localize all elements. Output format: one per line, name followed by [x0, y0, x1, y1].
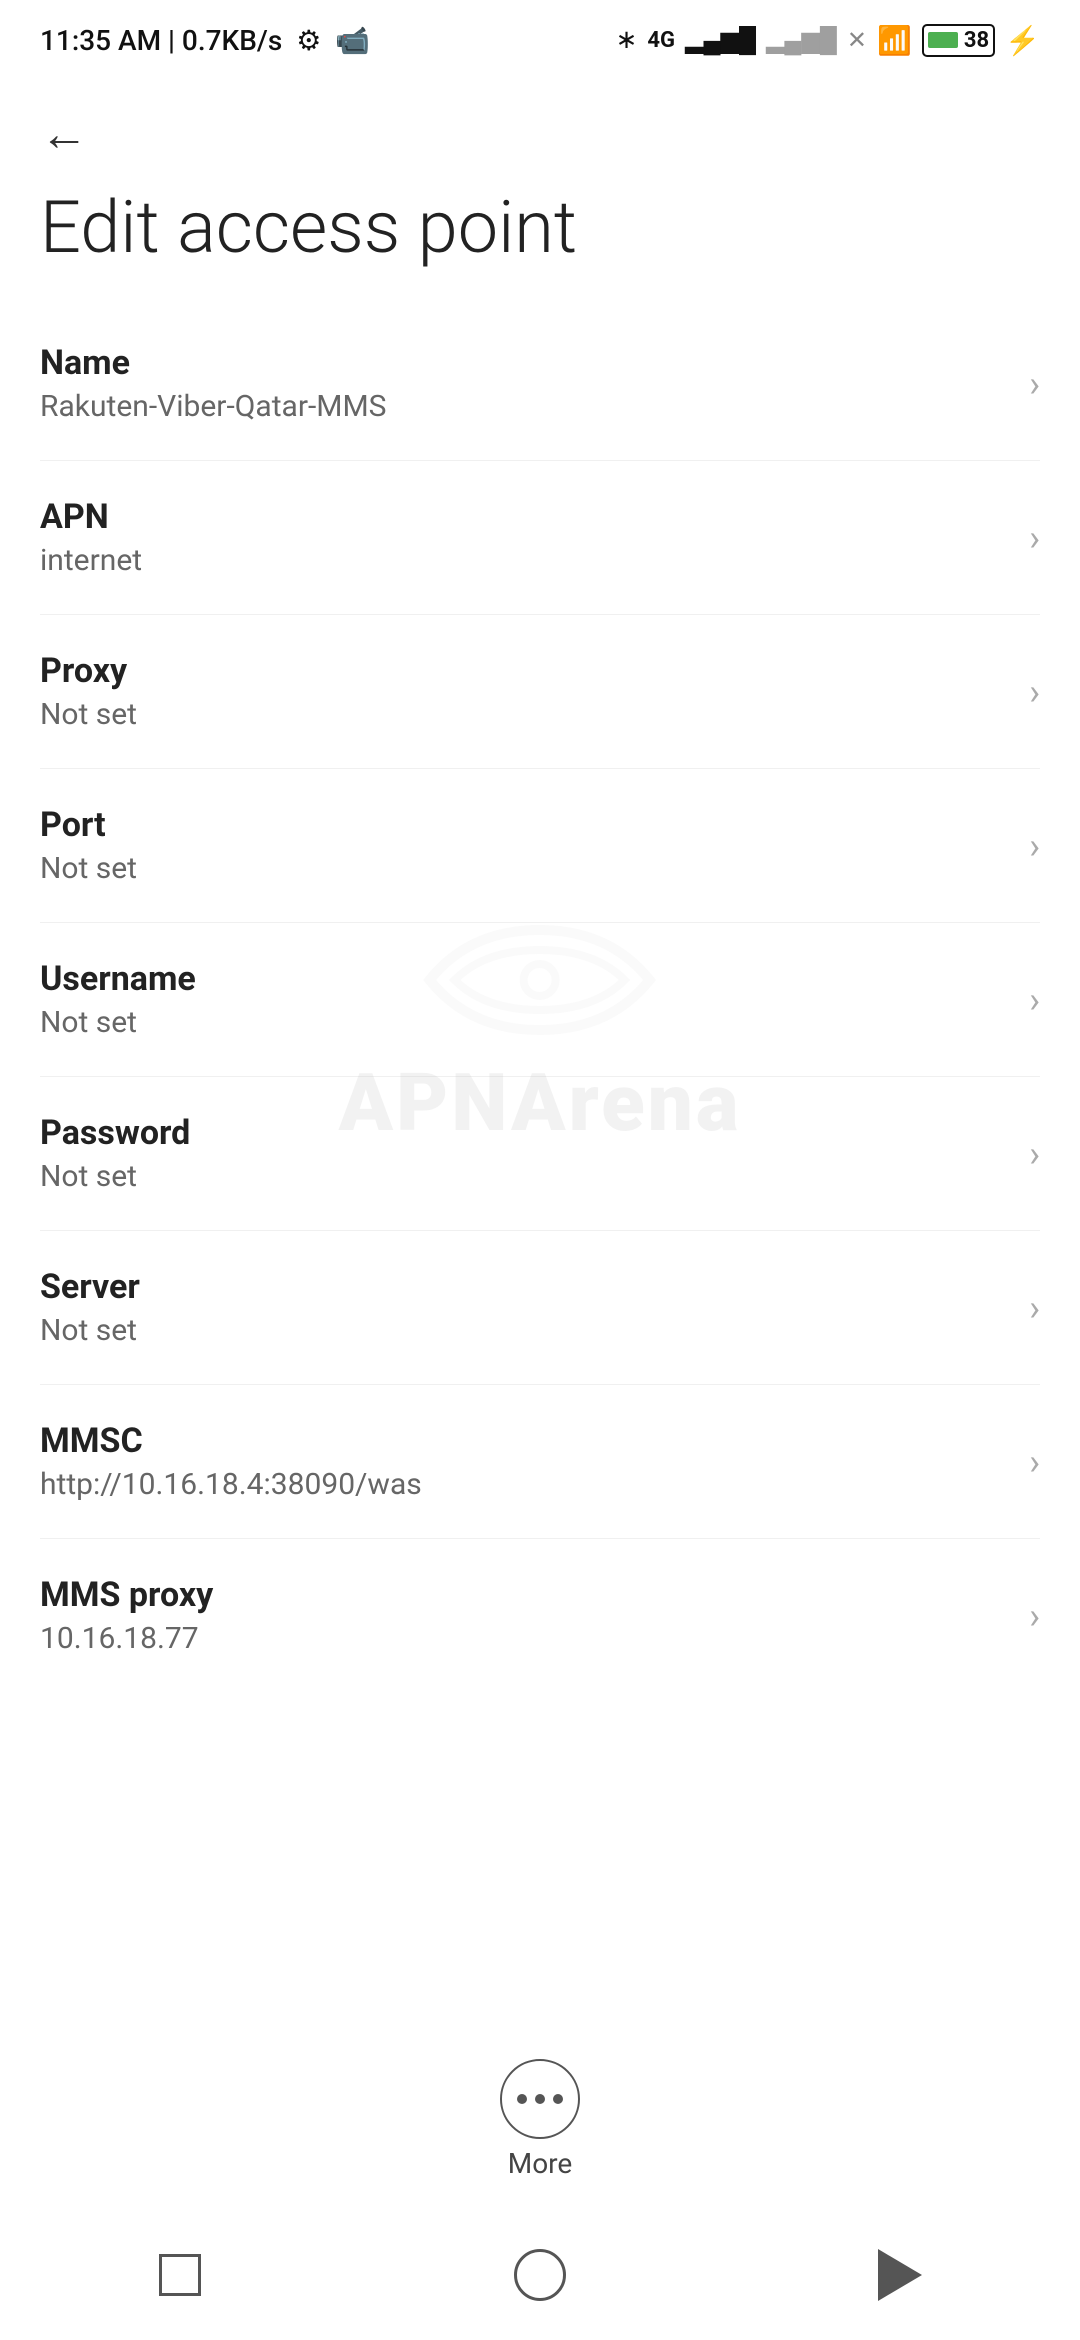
- page-title: Edit access point: [0, 168, 1080, 307]
- back-arrow-icon: ←: [40, 110, 88, 158]
- setting-item-port[interactable]: Port Not set ›: [40, 769, 1040, 923]
- setting-item-username[interactable]: Username Not set ›: [40, 923, 1040, 1077]
- setting-item-mms-proxy[interactable]: MMS proxy 10.16.18.77 ›: [40, 1539, 1040, 1692]
- navigation-bar: [0, 2210, 1080, 2340]
- setting-label-port: Port: [40, 805, 1009, 845]
- chevron-right-username-icon: ›: [1029, 979, 1040, 1021]
- setting-content-name: Name Rakuten-Viber-Qatar-MMS: [40, 343, 1009, 424]
- setting-content-apn: APN internet: [40, 497, 1009, 578]
- setting-label-name: Name: [40, 343, 1009, 383]
- video-icon: 📹: [335, 24, 370, 57]
- more-button[interactable]: [500, 2059, 580, 2139]
- nav-recents-button[interactable]: [140, 2235, 220, 2315]
- setting-value-username: Not set: [40, 1005, 1009, 1040]
- setting-item-proxy[interactable]: Proxy Not set ›: [40, 615, 1040, 769]
- chevron-right-port-icon: ›: [1029, 825, 1040, 867]
- setting-value-apn: internet: [40, 543, 1009, 578]
- setting-label-mms-proxy: MMS proxy: [40, 1575, 1009, 1615]
- setting-item-name[interactable]: Name Rakuten-Viber-Qatar-MMS ›: [40, 307, 1040, 461]
- signal-cross-icon: ✕: [847, 26, 867, 54]
- setting-label-server: Server: [40, 1267, 1009, 1307]
- setting-label-username: Username: [40, 959, 1009, 999]
- back-nav-icon: [878, 2249, 922, 2301]
- setting-item-mmsc[interactable]: MMSC http://10.16.18.4:38090/was ›: [40, 1385, 1040, 1539]
- setting-item-apn[interactable]: APN internet ›: [40, 461, 1040, 615]
- status-bar: 11:35 AM | 0.7KB/s ⚙ 📹 ∗ 4G ▂▄▆█ ▂▄▆█ ✕ …: [0, 0, 1080, 80]
- chevron-right-mms-proxy-icon: ›: [1029, 1595, 1040, 1637]
- setting-value-server: Not set: [40, 1313, 1009, 1348]
- setting-content-password: Password Not set: [40, 1113, 1009, 1194]
- nav-home-button[interactable]: [500, 2235, 580, 2315]
- status-left: 11:35 AM | 0.7KB/s ⚙ 📹: [40, 24, 370, 57]
- more-dots-icon: [517, 2094, 563, 2104]
- setting-content-port: Port Not set: [40, 805, 1009, 886]
- setting-content-mmsc: MMSC http://10.16.18.4:38090/was: [40, 1421, 1009, 1502]
- setting-value-proxy: Not set: [40, 697, 1009, 732]
- setting-label-password: Password: [40, 1113, 1009, 1153]
- chevron-right-proxy-icon: ›: [1029, 671, 1040, 713]
- setting-label-mmsc: MMSC: [40, 1421, 1009, 1461]
- setting-content-proxy: Proxy Not set: [40, 651, 1009, 732]
- bluetooth-icon: ∗: [616, 25, 638, 55]
- time-display: 11:35 AM | 0.7KB/s: [40, 24, 282, 57]
- home-icon: [514, 2249, 566, 2301]
- signal-bars-icon: ▂▄▆█: [685, 26, 756, 55]
- wifi-icon: 📶: [877, 24, 912, 57]
- setting-value-port: Not set: [40, 851, 1009, 886]
- back-button[interactable]: ←: [0, 80, 1080, 168]
- chevron-right-server-icon: ›: [1029, 1287, 1040, 1329]
- setting-label-apn: APN: [40, 497, 1009, 537]
- setting-item-server[interactable]: Server Not set ›: [40, 1231, 1040, 1385]
- chevron-right-name-icon: ›: [1029, 363, 1040, 405]
- chevron-right-apn-icon: ›: [1029, 517, 1040, 559]
- recents-icon: [159, 2254, 201, 2296]
- setting-value-mmsc: http://10.16.18.4:38090/was: [40, 1467, 1009, 1502]
- nav-back-button[interactable]: [860, 2235, 940, 2315]
- signal-4g-icon: 4G: [647, 28, 675, 53]
- setting-value-password: Not set: [40, 1159, 1009, 1194]
- battery-fill: [928, 32, 958, 48]
- setting-content-username: Username Not set: [40, 959, 1009, 1040]
- chevron-right-mmsc-icon: ›: [1029, 1441, 1040, 1483]
- status-right: ∗ 4G ▂▄▆█ ▂▄▆█ ✕ 📶 38 ⚡: [616, 24, 1040, 57]
- chevron-right-password-icon: ›: [1029, 1133, 1040, 1175]
- settings-list: Name Rakuten-Viber-Qatar-MMS › APN inter…: [0, 307, 1080, 1692]
- battery-level: 38: [964, 28, 989, 53]
- setting-content-server: Server Not set: [40, 1267, 1009, 1348]
- charging-icon: ⚡: [1005, 24, 1040, 57]
- setting-value-name: Rakuten-Viber-Qatar-MMS: [40, 389, 1009, 424]
- setting-content-mms-proxy: MMS proxy 10.16.18.77: [40, 1575, 1009, 1656]
- settings-icon: ⚙: [296, 24, 321, 57]
- more-button-area[interactable]: More: [0, 2059, 1080, 2180]
- battery-indicator: 38: [922, 24, 995, 57]
- more-label: More: [508, 2147, 573, 2180]
- signal-bars2-icon: ▂▄▆█: [766, 26, 837, 55]
- setting-item-password[interactable]: Password Not set ›: [40, 1077, 1040, 1231]
- setting-label-proxy: Proxy: [40, 651, 1009, 691]
- setting-value-mms-proxy: 10.16.18.77: [40, 1621, 1009, 1656]
